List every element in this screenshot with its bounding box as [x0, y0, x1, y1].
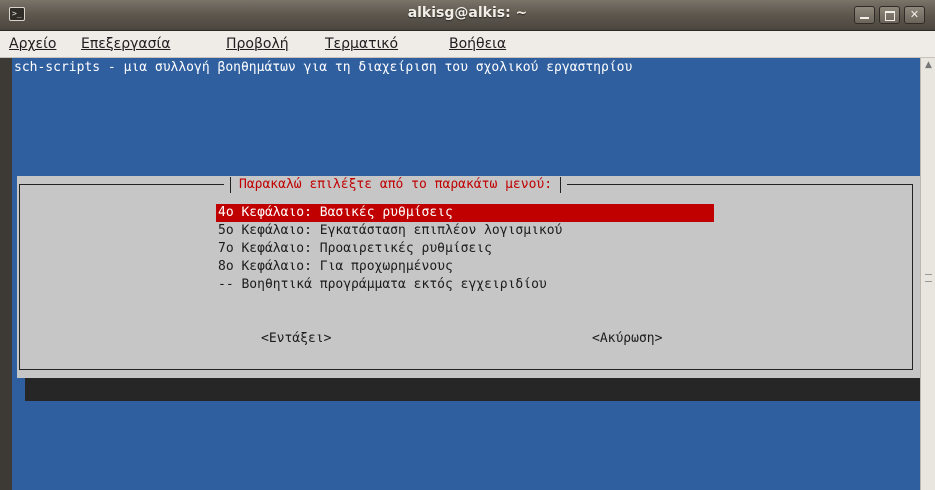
cancel-button[interactable]: <Ακύρωση> — [592, 330, 662, 348]
minimize-button[interactable] — [854, 6, 875, 24]
menu-bar: Αρχείο Επεξεργασία Προβολή Τερματικό Βοή… — [0, 31, 935, 58]
option-chapter-7[interactable]: 7ο Κεφάλαιο: Προαιρετικές ρυθμίσεις — [216, 240, 714, 258]
option-chapter-4[interactable]: 4ο Κεφάλαιο: Βασικές ρυθμίσεις — [216, 204, 714, 222]
menu-terminal[interactable]: Τερματικό — [325, 35, 398, 53]
window-titlebar[interactable]: >_ alkisg@alkis: ~ ✕ — [0, 0, 935, 31]
menu-edit[interactable]: Επεξεργασία — [81, 35, 170, 53]
window-title: alkisg@alkis: ~ — [407, 5, 528, 21]
ok-button[interactable]: <Εντάξει> — [261, 330, 331, 348]
terminal-header-text: sch-scripts - μια συλλογή βοηθημάτων για… — [14, 60, 633, 75]
scroll-up-icon[interactable]: ▲ — [921, 58, 935, 73]
terminal-view[interactable]: sch-scripts - μια συλλογή βοηθημάτων για… — [12, 58, 920, 490]
terminal-lower-bar-gap — [12, 378, 25, 401]
options-list: 4ο Κεφάλαιο: Βασικές ρυθμίσεις 5ο Κεφάλα… — [216, 204, 714, 294]
menu-view[interactable]: Προβολή — [226, 35, 289, 53]
dialog-title-wrap: Παρακαλώ επιλέξτε από το παρακάτω μενού: — [224, 176, 568, 194]
menu-dialog: Παρακαλώ επιλέξτε από το παρακάτω μενού:… — [17, 176, 920, 378]
maximize-button[interactable] — [879, 6, 900, 24]
option-chapter-5[interactable]: 5ο Κεφάλαιο: Εγκατάσταση επιπλέον λογισμ… — [216, 222, 714, 240]
close-button[interactable]: ✕ — [904, 6, 925, 24]
option-chapter-8[interactable]: 8ο Κεφάλαιο: Για προχωρημένους — [216, 258, 714, 276]
menu-help[interactable]: Βοήθεια — [449, 35, 506, 53]
option-extra-tools[interactable]: -- Βοηθητικά προγράμματα εκτός εγχειριδί… — [216, 276, 714, 294]
terminal-scrollbar[interactable]: ▲ — [920, 58, 935, 490]
dialog-shadow-bottom — [25, 378, 920, 386]
terminal-lower-bar — [12, 385, 920, 401]
menu-file[interactable]: Αρχείο — [9, 35, 56, 53]
dialog-title: Παρακαλώ επιλέξτε από το παρακάτω μενού: — [239, 177, 553, 192]
scroll-grip-icon[interactable] — [925, 274, 932, 282]
dialog-title-right-bar — [560, 177, 562, 193]
